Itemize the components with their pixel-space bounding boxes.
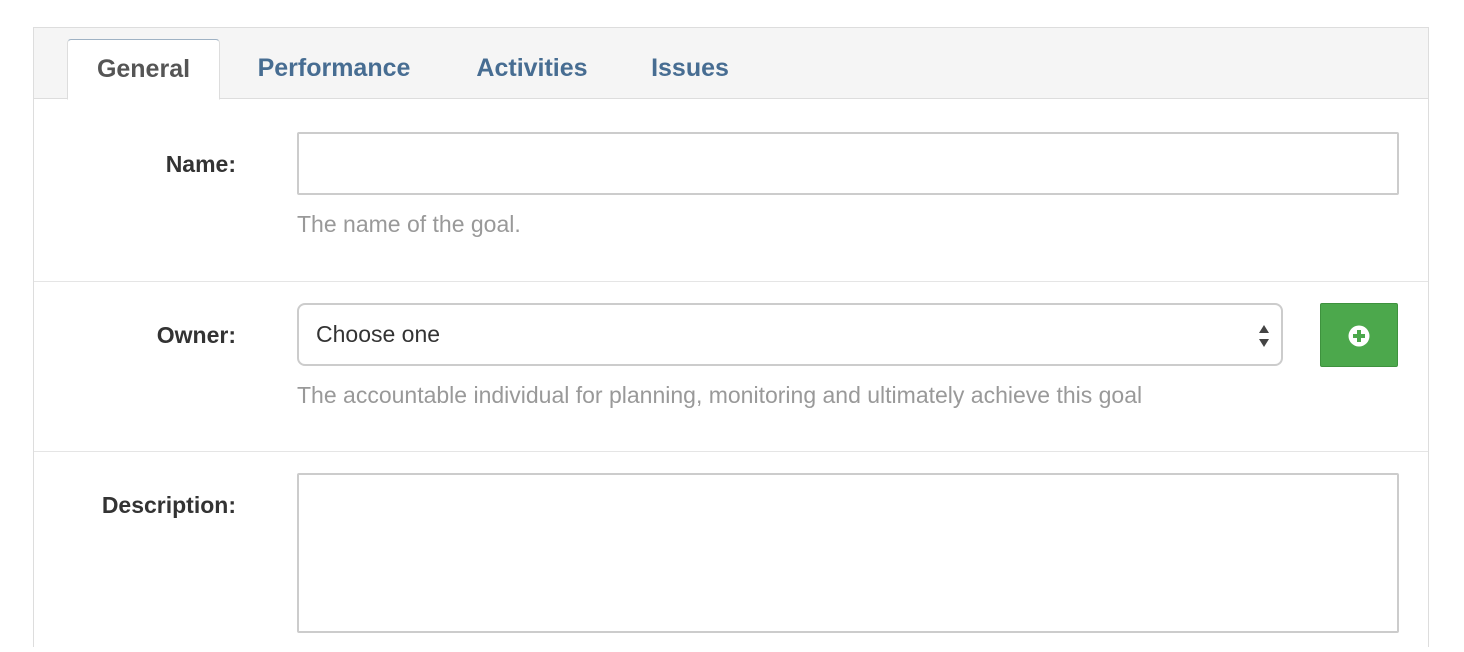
tab-general[interactable]: General [67, 39, 220, 100]
name-help-text: The name of the goal. [297, 211, 521, 237]
owner-select[interactable]: Choose one [297, 303, 1283, 366]
owner-help-text: The accountable individual for planning,… [297, 382, 1143, 408]
description-row: Description: [34, 452, 1428, 652]
goal-form-panel: General Performance Activities Issues Na… [33, 27, 1429, 647]
owner-select-value: Choose one [316, 321, 441, 347]
tab-activities[interactable]: Activities [459, 39, 605, 99]
description-textarea[interactable] [297, 473, 1399, 633]
plus-circle-icon [1348, 325, 1370, 347]
name-label: Name: [165, 151, 236, 177]
select-arrows-icon [1259, 325, 1269, 347]
tab-issues[interactable]: Issues [635, 39, 745, 99]
description-label: Description: [101, 492, 236, 518]
tab-performance[interactable]: Performance [239, 39, 429, 99]
owner-row: Owner: Choose one The accountable indivi… [34, 282, 1428, 452]
tab-bar: General Performance Activities Issues [34, 28, 1428, 100]
owner-label: Owner: [156, 322, 236, 348]
add-owner-button[interactable] [1320, 303, 1398, 367]
name-input[interactable] [297, 132, 1399, 195]
name-row: Name: The name of the goal. [34, 99, 1428, 282]
